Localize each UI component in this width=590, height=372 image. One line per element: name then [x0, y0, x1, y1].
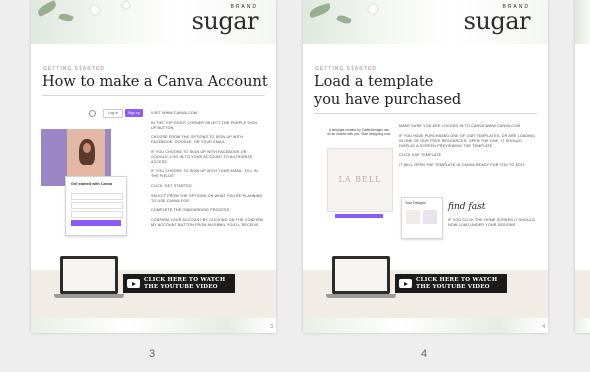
video-line-2: THE YOUTUBE VIDEO: [416, 283, 490, 290]
steps-list: VISIT WWW.CANVA.COM IN THE TOP RIGHT COR…: [151, 111, 263, 232]
youtube-video-button[interactable]: CLICK HERE TO WATCH THE YOUTUBE VIDEO: [395, 274, 507, 293]
modal-title: Get started with Canva: [71, 182, 113, 186]
video-line-1: CLICK HERE TO WATCH: [144, 277, 226, 283]
list-item: IT WILL OPEN THE TEMPLATE IN CANVA READY…: [399, 162, 525, 167]
leaf-decoration: [58, 11, 74, 24]
brand-logo: BRAND sugar: [191, 4, 259, 35]
page-thumbnail-3[interactable]: BRAND sugar GETTING STARTED How to make …: [31, 0, 276, 333]
page-thumbnail-4[interactable]: BRAND sugar GETTING STARTED Load a templ…: [303, 0, 548, 333]
template-preview: A template created by SubtleDesigns can …: [325, 128, 395, 220]
page-footer: [575, 270, 590, 318]
steps-list-lower: IF YOU CLICK THE HOME SCREEN IT SHOULD N…: [448, 218, 538, 233]
canva-header-preview: Log in Sign up: [89, 108, 149, 118]
list-item: MAKE SURE YOU ARE LOGGED IN TO CANVA WWW…: [399, 124, 521, 128]
script-annotation: find fast: [448, 202, 486, 212]
floral-strip: [575, 318, 590, 333]
steps-list: MAKE SURE YOU ARE LOGGED IN TO CANVA WWW…: [399, 124, 537, 172]
laptop-preview: [332, 256, 390, 294]
leaf-decoration: [308, 2, 332, 19]
video-line-1: CLICK HERE TO WATCH: [416, 277, 498, 283]
signup-illustration: Get started with Canva: [41, 129, 131, 244]
page-title-line-1: Load a template: [314, 74, 434, 90]
list-item: IF YOU CHOOSE TO SIGN UP WITH YOUR EMAIL…: [151, 169, 258, 179]
list-item: CONFIRM YOUR ACCOUNT BY CLICKING ON THE …: [151, 217, 263, 227]
floral-strip: [303, 318, 548, 333]
laptop-base: [54, 294, 124, 298]
page-corner-number: 4: [542, 324, 545, 330]
help-icon: [89, 110, 96, 117]
laptop-preview: [60, 256, 118, 294]
login-button-preview: Log in: [103, 109, 123, 118]
section-label: GETTING STARTED: [43, 66, 105, 72]
page-banner: [575, 0, 590, 44]
brand-logo: BRAND sugar: [463, 4, 531, 35]
section-label: GETTING STARTED: [315, 66, 377, 72]
list-item: VISIT WWW.CANVA.COM: [151, 111, 198, 115]
page-thumbnail-5-partial[interactable]: [575, 0, 590, 333]
signup-button-preview: Sign up: [125, 109, 143, 117]
list-item: CLICK 'GET STARTED': [151, 183, 193, 188]
page-title-line-2: you have purchased: [314, 92, 462, 108]
floral-strip: [31, 318, 276, 333]
flower-decoration: [369, 5, 377, 13]
page-corner-number: 3: [270, 324, 273, 330]
use-template-button-preview: [335, 214, 383, 218]
your-designs-label: Your Designs: [405, 201, 426, 205]
divider: [42, 95, 265, 96]
youtube-play-icon: [399, 279, 412, 288]
template-logo: LA BELL: [338, 175, 382, 184]
list-item: IF YOU HAVE PURCHASED ONE OF OUR TEMPLAT…: [399, 133, 536, 148]
list-item: IN THE TOP RIGHT CORNER SELECT THE PURPL…: [151, 120, 257, 130]
divider: [314, 113, 537, 114]
list-item: CLICK USE TEMPLATE: [399, 153, 442, 158]
template-note: A template created by SubtleDesigns can …: [327, 128, 391, 137]
youtube-play-icon: [127, 279, 140, 288]
youtube-video-button[interactable]: CLICK HERE TO WATCH THE YOUTUBE VIDEO: [123, 274, 235, 293]
page-title: How to make a Canva Account: [42, 74, 268, 90]
page-number-label: 3: [149, 348, 156, 360]
list-item: SELECT FROM THE OPTIONS ON WHAT YOU'RE P…: [151, 193, 263, 203]
list-item: IF YOU CHOOSE TO SIGN UP WITH FACEBOOK O…: [151, 149, 253, 164]
page-number-label: 4: [421, 348, 428, 360]
leaf-decoration: [36, 0, 58, 17]
signup-modal: Get started with Canva: [65, 176, 127, 236]
laptop-base: [326, 294, 396, 298]
page-banner: BRAND sugar: [31, 0, 276, 44]
list-item: CHOOSE FROM THE OPTIONS TO SIGN UP WITH …: [151, 135, 243, 145]
flower-decoration: [91, 6, 99, 14]
flower-decoration: [123, 2, 129, 8]
list-item: COMPLETE THE ONBOARDING PROCESS: [151, 208, 230, 213]
leaf-decoration: [336, 13, 352, 26]
page-banner: BRAND sugar: [303, 0, 548, 44]
list-item: IF YOU CLICK THE HOME SCREEN IT SHOULD N…: [448, 218, 536, 227]
your-designs-preview: Your Designs: [401, 197, 443, 239]
video-line-2: THE YOUTUBE VIDEO: [144, 283, 218, 290]
